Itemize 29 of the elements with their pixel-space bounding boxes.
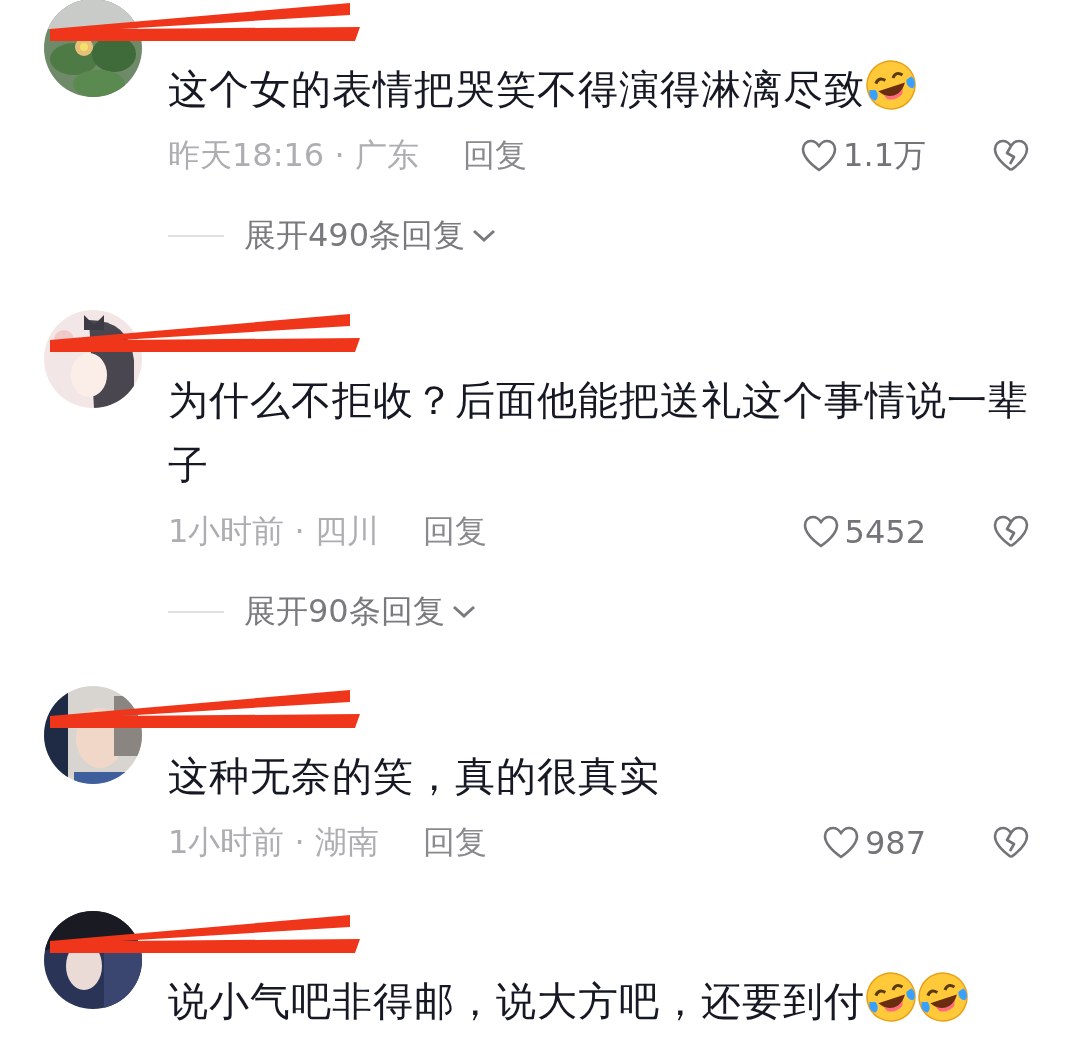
broken-heart-icon bbox=[992, 826, 1030, 860]
like-button[interactable]: 1.1万 bbox=[801, 134, 926, 178]
time-location: 昨天18:16 · 广东 bbox=[168, 135, 419, 176]
expand-replies-button[interactable]: 展开90条回复 bbox=[244, 590, 477, 634]
time-location: 1小时前 · 四川 bbox=[168, 511, 379, 552]
laughing-crying-emoji-icon bbox=[917, 971, 969, 1023]
dislike-button[interactable] bbox=[992, 139, 1030, 173]
heart-icon bbox=[802, 515, 839, 549]
laughing-crying-emoji-icon bbox=[865, 59, 917, 111]
broken-heart-icon bbox=[992, 139, 1030, 173]
dislike-button[interactable] bbox=[992, 515, 1030, 549]
comment-text: 为什么不拒收？后面他能把送礼这个事情说一辈子 bbox=[168, 376, 1030, 490]
comment-text: 这种无奈的笑，真的很真实 bbox=[168, 752, 661, 801]
heart-icon bbox=[822, 826, 859, 860]
reply-button[interactable]: 回复 bbox=[462, 134, 527, 178]
reply-button[interactable]: 回复 bbox=[422, 510, 487, 554]
dislike-button[interactable] bbox=[992, 826, 1030, 860]
time-location: 1小时前 · 湖南 bbox=[168, 822, 379, 863]
like-button[interactable]: 5452 bbox=[802, 513, 926, 551]
laughing-crying-emoji-icon bbox=[865, 971, 917, 1023]
like-button[interactable]: 987 bbox=[822, 824, 926, 862]
reply-button[interactable]: 回复 bbox=[422, 821, 487, 865]
heart-icon bbox=[801, 139, 838, 173]
broken-heart-icon bbox=[992, 515, 1030, 549]
comment-text: 这个女的表情把哭笑不得演得淋漓尽致 bbox=[168, 57, 1030, 122]
comment-text: 说小气吧非得邮，说大方吧，还要到付 bbox=[168, 969, 1030, 1034]
chevron-down-icon bbox=[471, 227, 498, 245]
chevron-down-icon bbox=[450, 603, 477, 621]
expand-replies-button[interactable]: 展开490条回复 bbox=[244, 214, 498, 258]
